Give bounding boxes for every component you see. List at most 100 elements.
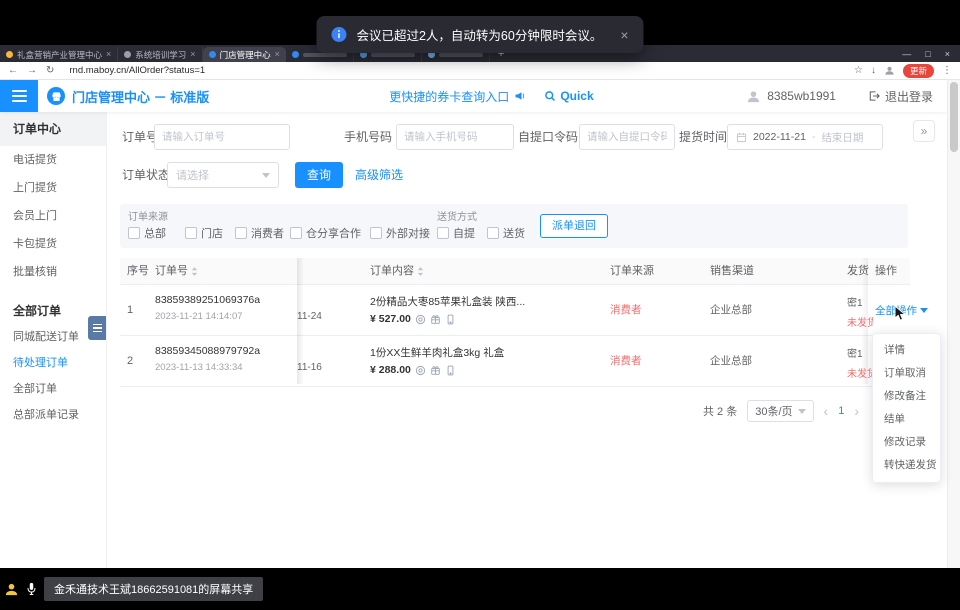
source-checkbox-store[interactable]: 门店 [185,225,223,241]
logout-button[interactable]: 退出登录 [868,88,933,105]
order-number[interactable]: 83859389251069376a [155,294,260,306]
next-page-button[interactable]: › [854,403,859,419]
meeting-toast: 会议已超过2人，自动转为60分钟限时会议。 × [316,16,643,53]
browser-tab-active[interactable]: 门店管理中心 × [203,47,286,62]
order-price: ¥ 527.00 [370,313,411,325]
checkbox-icon [370,227,382,239]
dispatch-return-button[interactable]: 派单退回 [540,214,608,238]
current-page-button[interactable]: 1 [838,405,844,417]
cell-index: 2 [127,336,133,386]
order-number[interactable]: 83859345088979792a [155,345,260,357]
menu-item-edit-note[interactable]: 修改备注 [873,385,940,408]
fixed-right-column-shadow [861,258,868,384]
source-checkbox-warehouse-share[interactable]: 仓分享合作 [290,225,361,241]
menu-toggle-button[interactable] [0,80,38,112]
share-status-text: 金禾通技术王斌18662591081的屏幕共享 [44,577,263,601]
user-account[interactable]: 8385wb1991 [746,89,836,104]
order-source-label: 订单来源 [128,208,168,223]
date-range-picker[interactable]: 2022-11-21 - 结束日期 [727,124,883,150]
prev-page-button[interactable]: ‹ [824,403,829,419]
delivery-checkbox-delivery[interactable]: 送货 [487,225,525,241]
bookmark-star-icon[interactable]: ☆ [854,65,863,76]
menu-item-cancel-order[interactable]: 订单取消 [873,362,940,385]
window-controls: — □ × [902,49,960,59]
tab-close-icon[interactable]: × [106,50,111,59]
date-start-value[interactable]: 2022-11-21 [753,131,806,143]
logout-icon [868,90,880,102]
browser-window: 礼盒营销产业管理中心 × 系统培训学习 × 门店管理中心 × [0,45,960,568]
phone-input[interactable] [396,124,514,150]
menu-item-edit-history[interactable]: 修改记录 [873,431,940,454]
pickup-code-input[interactable] [579,124,675,150]
search-button[interactable]: 查询 [295,162,343,188]
date-end-placeholder[interactable]: 结束日期 [821,130,863,145]
delivery-checkbox-self-pickup[interactable]: 自提 [437,225,475,241]
page-size-select[interactable]: 30条/页 [747,400,813,422]
microphone-icon[interactable] [26,582,37,596]
chevron-down-icon [920,308,928,313]
download-icon[interactable]: ↓ [871,65,876,76]
toast-close-icon[interactable]: × [620,27,628,43]
maximize-icon[interactable]: □ [925,49,930,59]
menu-item-express-ship[interactable]: 转快递发货 [873,454,940,477]
menu-item-details[interactable]: 详情 [873,339,940,362]
menu-item-close-order[interactable]: 结单 [873,408,940,431]
table-row: 1 83859389251069376a 2023-11-21 14:14:07… [120,285,910,336]
order-status-select[interactable]: 请选择 [167,162,279,188]
chevron-down-icon [262,173,270,178]
tab-label: 礼盒营销产业管理中心 [17,49,102,61]
order-status-label: 订单状态 [122,162,170,188]
cell-order-source: 消费者 [610,336,642,386]
tab-label-placeholder [303,53,347,57]
browser-update-button[interactable]: 更新 [903,64,934,78]
page-scrollbar[interactable] [947,80,960,568]
sidebar-item-pending-orders[interactable]: 待处理订单 [0,350,106,376]
cell-order-content: 1份XX生鲜羊肉礼盒3kg 礼盒 ¥ 288.00 [370,345,598,376]
tab-close-icon[interactable]: × [190,50,195,59]
source-checkbox-external[interactable]: 外部对接 [370,225,430,241]
minimize-icon[interactable]: — [902,49,911,59]
sidebar-item-door-pickup[interactable]: 上门提货 [0,174,106,202]
sidebar-item-batch-verify[interactable]: 批量核销 [0,258,106,286]
advanced-filter-link[interactable]: 高级筛选 [355,162,403,188]
sidebar-collapse-button[interactable] [88,316,106,340]
sidebar-item-all-orders[interactable]: 全部订单 [0,376,106,402]
sidebar-item-hq-dispatch-records[interactable]: 总部派单记录 [0,402,106,428]
col-order-no: 订单号 [155,258,198,284]
sidebar-item-member-visit[interactable]: 会员上门 [0,202,106,230]
badge-icon [415,314,426,325]
chevron-down-icon [798,409,806,414]
source-checkbox-hq[interactable]: 总部 [128,225,166,241]
back-icon[interactable]: ← [8,65,18,76]
browser-tab-2[interactable]: 系统培训学习 × [118,47,202,62]
orders-table: 序号 订单号 订单内容 订单来源 销售渠道 发货 操作 [120,258,910,387]
sort-icon[interactable] [191,266,198,277]
collapse-filters-button[interactable]: » [913,120,935,142]
quick-search-link[interactable]: Quick [544,89,593,103]
sidebar-item-card-pickup[interactable]: 卡包提货 [0,230,106,258]
profile-icon[interactable] [884,65,895,76]
forward-icon[interactable]: → [27,65,37,76]
cell-sales-channel: 企业总部 [710,336,752,386]
address-bar-actions: ☆ ↓ 更新 ⋮ [854,64,952,78]
col-index: 序号 [127,258,149,284]
app-title-text: 门店管理中心 [72,90,150,105]
checkbox-icon [128,227,140,239]
scrollbar-thumb[interactable] [950,82,958,152]
main-content: 订单号 手机号码 自提口令码 提货时间 2022-11-21 - 结束日期 » … [107,112,947,568]
page-size-value: 30条/页 [755,403,792,419]
sidebar-item-phone-pickup[interactable]: 电话提货 [0,146,106,174]
tab-favicon [209,51,216,58]
close-icon[interactable]: × [945,49,950,59]
mouse-cursor [894,305,907,327]
coupon-query-link[interactable]: 更快捷的券卡查询入口 [389,88,526,105]
tab-close-icon[interactable]: × [275,50,280,59]
sort-icon[interactable] [417,266,424,277]
phone-icon [445,314,456,325]
url-text[interactable]: rnd.maboy.cn/AllOrder?status=1 [69,65,205,76]
order-no-input[interactable] [154,124,290,150]
browser-tab-1[interactable]: 礼盒营销产业管理中心 × [0,47,118,62]
reload-icon[interactable]: ↻ [46,65,54,76]
kebab-menu-icon[interactable]: ⋮ [942,65,952,76]
source-checkbox-consumer[interactable]: 消费者 [235,225,284,241]
